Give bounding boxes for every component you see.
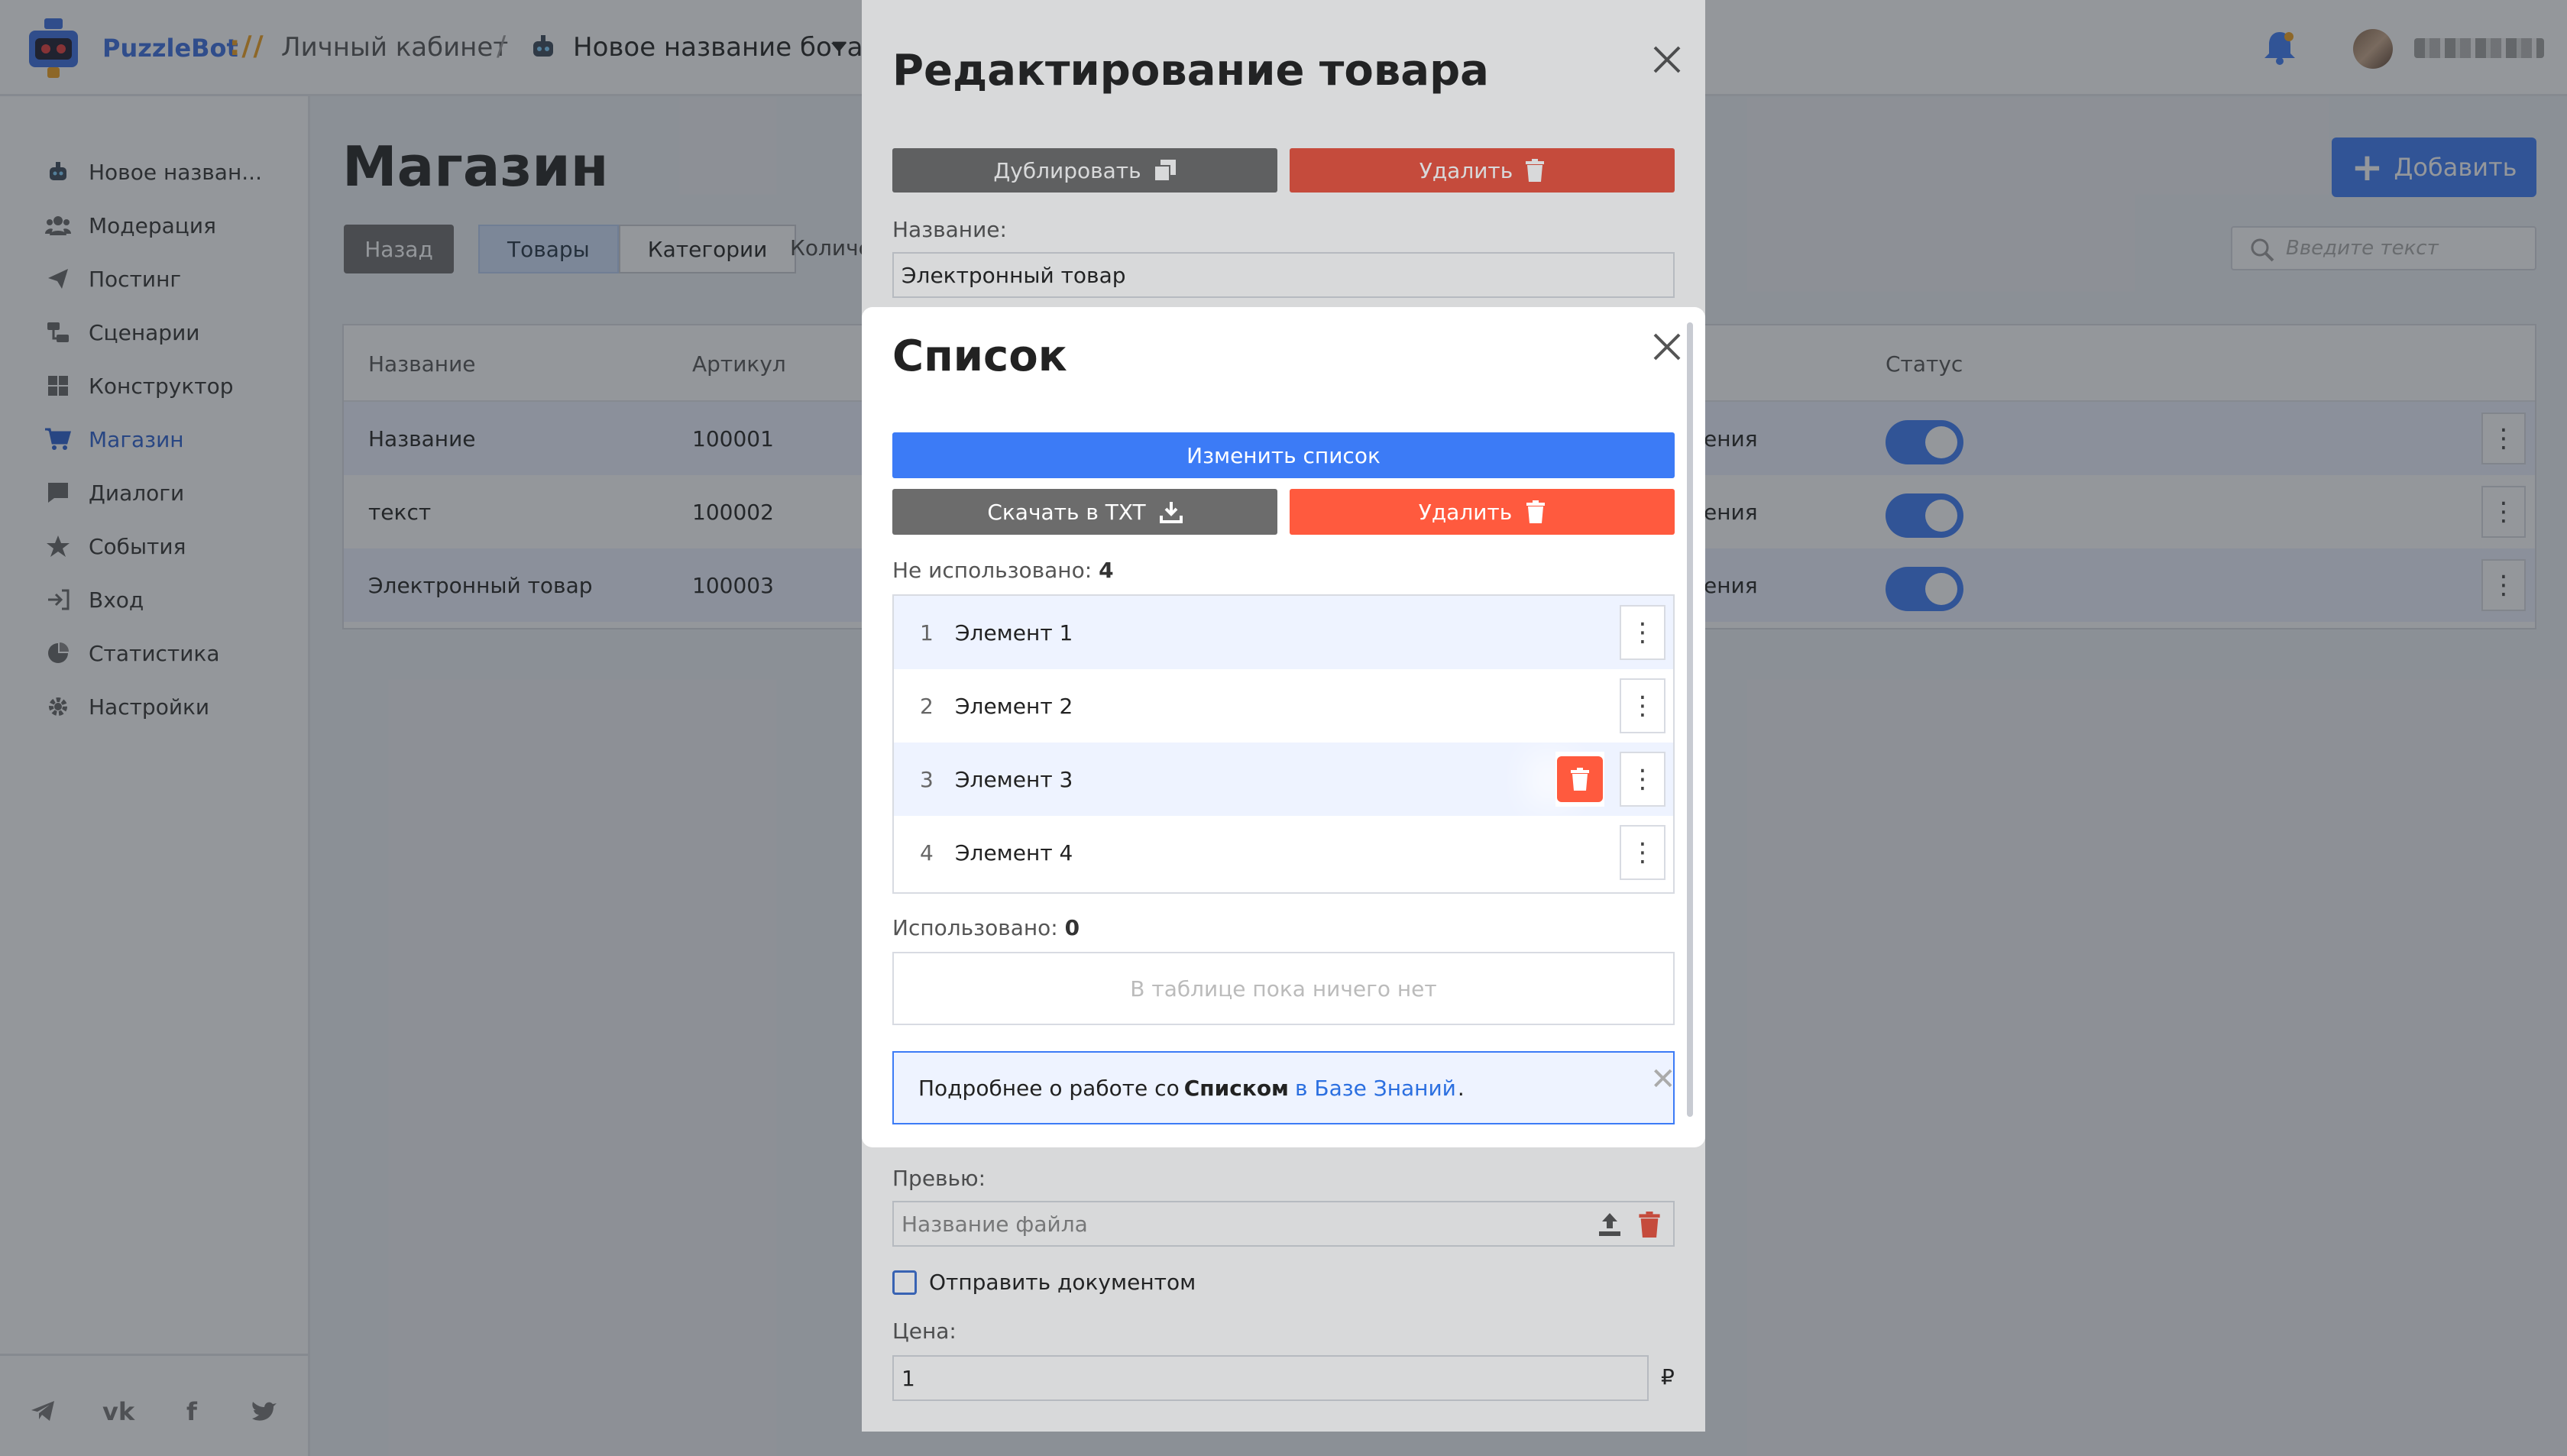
unused-items-list: 1 Элемент 1 ⋮ 2 Элемент 2 ⋮ 3 Элемент 3 …	[892, 594, 1675, 894]
item-text: Элемент 4	[955, 840, 1073, 866]
knowledge-base-info: Подробнее о работе со Списком в Базе Зна…	[892, 1051, 1676, 1124]
info-bold: Списком	[1183, 1075, 1289, 1101]
list-item[interactable]: 2 Элемент 2 ⋮	[894, 669, 1673, 743]
item-delete-popover	[1555, 752, 1604, 807]
used-section-label: Использовано: 0	[892, 915, 1080, 940]
unused-label: Не использовано:	[892, 558, 1093, 583]
used-count: 0	[1064, 915, 1080, 940]
item-number: 3	[920, 767, 934, 792]
download-label: Скачать в TXT	[987, 499, 1146, 525]
trash-icon	[1571, 768, 1589, 791]
item-number: 2	[920, 694, 934, 719]
list-item[interactable]: 4 Элемент 4 ⋮	[894, 816, 1673, 889]
unused-section-label: Не использовано: 4	[892, 558, 1114, 583]
unused-count: 4	[1099, 558, 1114, 583]
used-label: Использовано:	[892, 915, 1058, 940]
item-text: Элемент 1	[955, 620, 1073, 645]
more-vertical-icon[interactable]: ⋮	[1620, 678, 1665, 733]
more-vertical-icon[interactable]: ⋮	[1620, 752, 1665, 807]
item-text: Элемент 2	[955, 694, 1073, 719]
used-items-empty: В таблице пока ничего нет	[892, 952, 1675, 1025]
list-modal-title: Список	[892, 332, 1067, 381]
knowledge-base-link[interactable]: в Базе Знаний	[1295, 1076, 1456, 1101]
close-icon[interactable]	[1650, 330, 1684, 364]
list-item[interactable]: 1 Элемент 1 ⋮	[894, 596, 1673, 669]
download-txt-button[interactable]: Скачать в TXT	[892, 489, 1277, 535]
list-item[interactable]: 3 Элемент 3 ⋮	[894, 743, 1673, 816]
more-vertical-icon[interactable]: ⋮	[1620, 605, 1665, 660]
info-prefix: Подробнее о работе со	[918, 1075, 1180, 1101]
delete-list-button[interactable]: Удалить	[1290, 489, 1675, 535]
trash-icon	[1526, 500, 1546, 523]
modal-scrollbar[interactable]	[1687, 322, 1693, 1117]
list-modal: Список Изменить список Скачать в TXT Уда…	[862, 307, 1705, 1147]
edit-list-button[interactable]: Изменить список	[892, 432, 1675, 478]
download-icon	[1159, 502, 1183, 523]
close-icon[interactable]: ✕	[1650, 1062, 1676, 1097]
item-text: Элемент 3	[955, 767, 1073, 792]
item-number: 1	[920, 620, 934, 645]
more-vertical-icon[interactable]: ⋮	[1620, 825, 1665, 880]
info-suffix: .	[1457, 1075, 1465, 1101]
item-number: 4	[920, 840, 934, 866]
delete-label: Удалить	[1418, 499, 1513, 525]
delete-item-button[interactable]	[1557, 756, 1603, 802]
